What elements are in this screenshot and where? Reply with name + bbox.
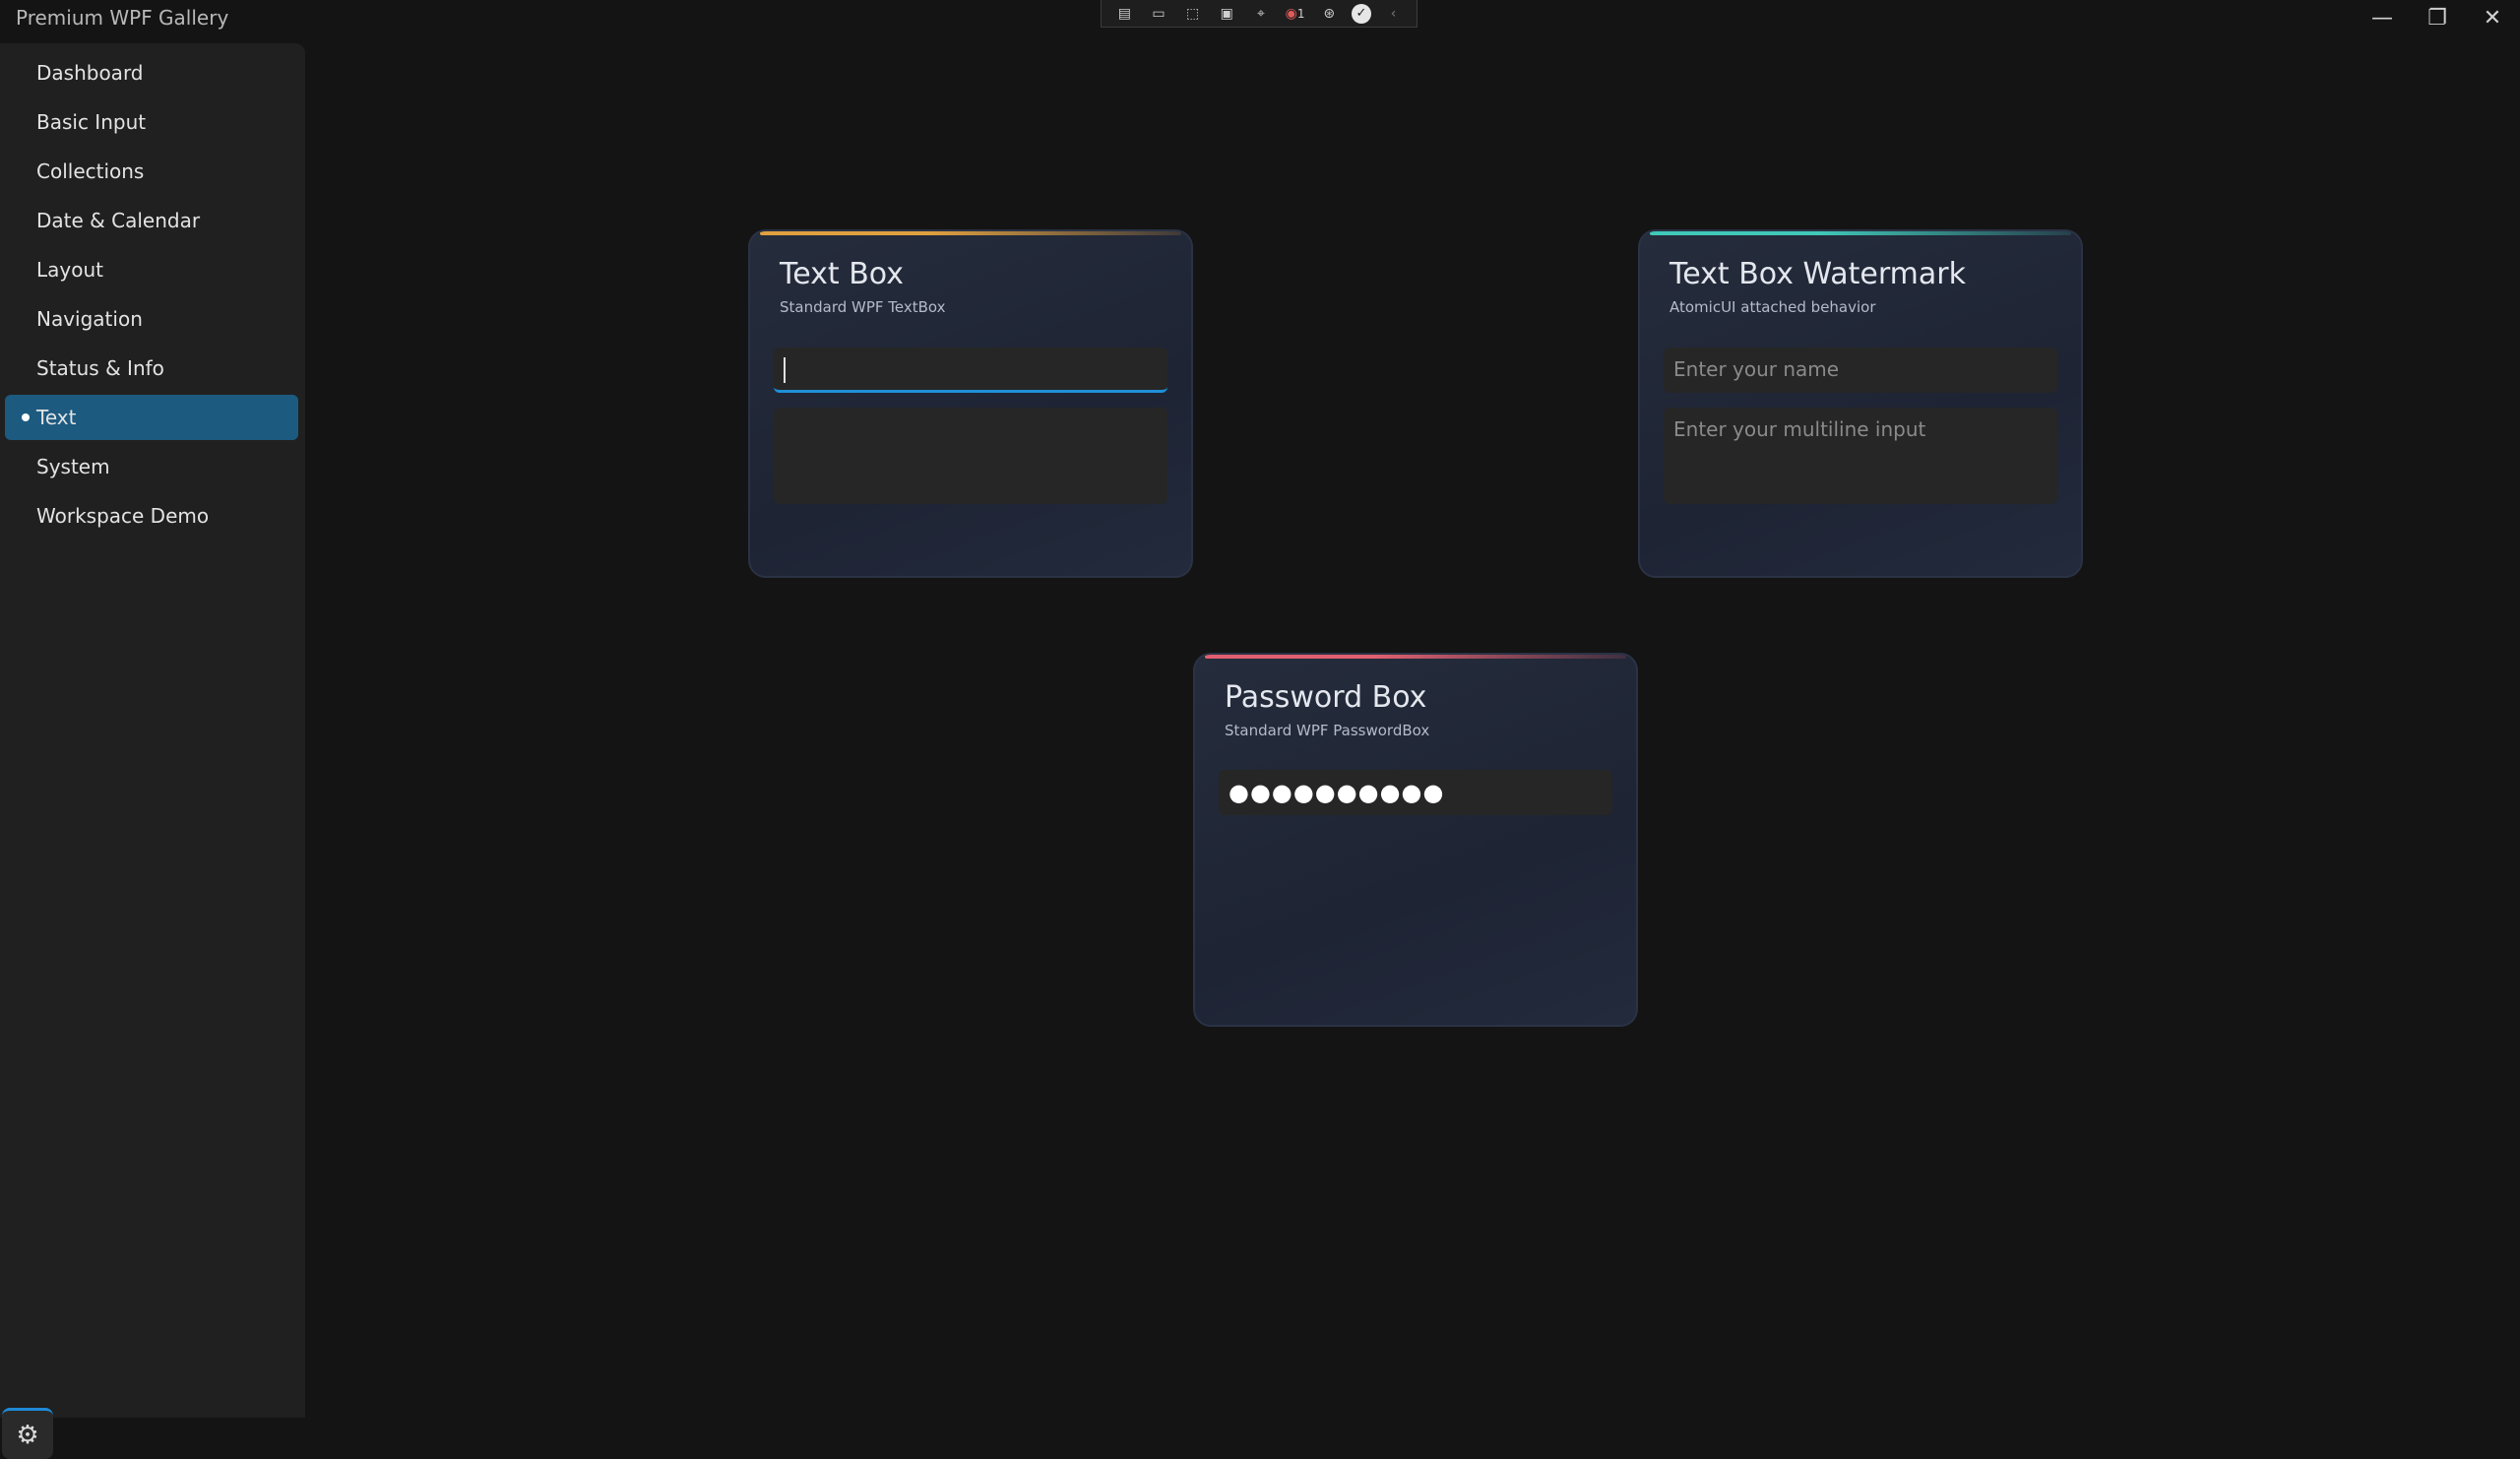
card-accent [760,231,1181,235]
restore-button[interactable]: ❐ [2410,0,2465,35]
password-value: ●●●●●●●●●● [1228,779,1445,806]
sidebar-item-label: Basic Input [36,110,147,134]
name-input-placeholder: Enter your name [1673,357,1840,381]
sidebar-item-dashboard[interactable]: Dashboard [5,50,298,95]
sidebar-item-text[interactable]: Text [5,395,298,440]
password-box-card: Password Box Standard WPF PasswordBox ●●… [1193,653,1638,1027]
debug-toolbar: ▤ ▭ ⬚ ▣ ⌖ ◉ 1 ⊛ ✓ ‹ [1101,0,1418,28]
select-element-icon[interactable]: ⬚ [1181,4,1205,24]
sidebar: Dashboard Basic Input Collections Date &… [0,43,305,1459]
title-bar: Premium WPF Gallery ▤ ▭ ⬚ ▣ ⌖ ◉ 1 ⊛ ✓ ‹ —… [0,0,2520,39]
sidebar-item-date-calendar[interactable]: Date & Calendar [5,198,298,243]
collapse-toolbar-icon[interactable]: ‹ [1382,4,1406,24]
sidebar-item-status-info[interactable]: Status & Info [5,346,298,391]
minimize-button[interactable]: — [2355,0,2410,35]
sidebar-item-label: Layout [36,258,103,282]
binding-failures-count: 1 [1296,6,1305,21]
card-title: Text Box Watermark [1670,257,1966,291]
name-input[interactable]: Enter your name [1664,348,2057,393]
sidebar-item-label: Date & Calendar [36,209,201,232]
card-accent [1205,655,1626,659]
sidebar-item-label: Workspace Demo [36,504,210,528]
display-layout-adorners-icon[interactable]: ▣ [1215,4,1238,24]
sidebar-item-workspace-demo[interactable]: Workspace Demo [5,493,298,539]
card-title: Text Box [780,257,904,291]
text-caret [784,356,786,383]
live-visual-tree-icon[interactable]: ▤ [1112,4,1136,24]
sidebar-item-label: Status & Info [36,356,164,380]
card-title: Password Box [1225,680,1427,715]
window-controls: — ❐ ✕ [2355,0,2520,39]
gear-icon: ⚙ [16,1420,39,1450]
sidebar-item-label: Text [36,406,77,429]
active-indicator [22,413,30,421]
close-button[interactable]: ✕ [2465,0,2520,35]
sidebar-item-system[interactable]: System [5,444,298,489]
textbox-watermark-card: Text Box Watermark AtomicUI attached beh… [1638,229,2083,578]
text-input[interactable] [774,348,1167,393]
multiline-watermark-input[interactable]: Enter your multiline input [1664,408,2057,504]
binding-failures-icon[interactable]: ◉ 1 [1284,4,1307,24]
card-subtitle: Standard WPF PasswordBox [1225,722,1430,739]
multiline-text-input[interactable] [774,408,1167,504]
card-subtitle: AtomicUI attached behavior [1670,298,1876,316]
hot-reload-check-icon[interactable]: ✓ [1351,3,1371,24]
sidebar-item-navigation[interactable]: Navigation [5,296,298,342]
sidebar-item-label: Dashboard [36,61,144,85]
camera-icon[interactable]: ▭ [1147,4,1170,24]
app-title: Premium WPF Gallery [16,6,229,30]
card-subtitle: Standard WPF TextBox [780,298,946,316]
sidebar-item-label: Navigation [36,307,143,331]
accessibility-icon[interactable]: ⊛ [1317,4,1341,24]
sidebar-item-basic-input[interactable]: Basic Input [5,99,298,145]
card-accent [1650,231,2071,235]
sidebar-item-label: Collections [36,159,145,183]
sidebar-item-collections[interactable]: Collections [5,149,298,194]
track-focused-element-icon[interactable]: ⌖ [1249,4,1273,24]
settings-button[interactable]: ⚙ [2,1408,53,1459]
multiline-input-placeholder: Enter your multiline input [1673,417,1926,441]
textbox-card: Text Box Standard WPF TextBox [748,229,1193,578]
sidebar-item-label: System [36,455,110,478]
sidebar-item-layout[interactable]: Layout [5,247,298,292]
password-input[interactable]: ●●●●●●●●●● [1219,770,1612,815]
